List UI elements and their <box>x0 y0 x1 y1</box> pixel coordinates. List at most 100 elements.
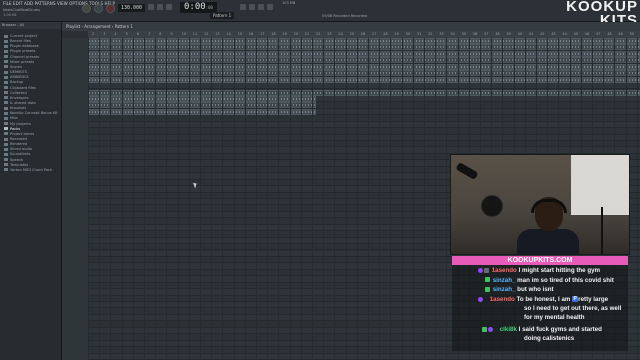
waveform <box>89 110 315 113</box>
track-headers[interactable] <box>62 38 88 360</box>
audio-clip[interactable] <box>88 38 640 44</box>
audio-clip[interactable] <box>88 50 640 57</box>
browser-item[interactable]: My projects <box>4 122 31 126</box>
chat-text: I said fuck gyms and started <box>518 326 602 333</box>
browser-item[interactable]: Current project <box>4 34 37 38</box>
browser-item[interactable]: Envelopes <box>4 96 28 100</box>
track-row[interactable] <box>88 83 640 90</box>
browser-item[interactable]: KookUp Concept Bonus Kit <box>4 111 58 115</box>
headphones <box>531 199 567 213</box>
browser-item[interactable]: Sliced audio <box>4 147 32 151</box>
browser-item[interactable]: Mixer presets <box>4 60 34 64</box>
ruler-tick: 48 <box>607 32 612 36</box>
hint-bar: 09/08 Recorded Recorded <box>322 14 368 18</box>
browser-item-label: Project bones <box>10 131 35 136</box>
ruler-tick: 16 <box>248 32 254 36</box>
playlist-icon[interactable] <box>240 4 246 10</box>
browser-item[interactable]: Clipboard files <box>4 86 36 90</box>
audio-clip[interactable] <box>88 70 640 77</box>
track-row[interactable] <box>88 115 640 122</box>
timeline-ruler[interactable]: 2 3 4 5 6 7 8 9 10 11 12 13 14 15 16 17 18 19 20 21 22 23 24 25… <box>88 31 640 38</box>
chat-text: To be honest, I am <box>516 296 571 303</box>
track-row[interactable] <box>88 353 640 360</box>
ruler-tick: 6 <box>136 32 140 36</box>
browser-item[interactable]: Backup <box>4 80 23 84</box>
ruler-tick: 18 <box>271 32 276 36</box>
folder-icon <box>4 39 8 43</box>
waveform <box>89 46 639 49</box>
stop-button[interactable] <box>94 3 103 13</box>
top-toolbar: FILE EDIT ADD PATTERNS VIEW OPTIONS TOOL… <box>0 0 640 28</box>
tool-icons <box>148 4 172 10</box>
browser-item-label: Clipboard files <box>10 85 36 90</box>
browser-item[interactable]: AMBIENCE <box>4 75 29 79</box>
audio-clip[interactable] <box>88 44 640 51</box>
audio-clip[interactable] <box>88 89 640 96</box>
record-button[interactable] <box>106 3 115 13</box>
browser-item-label: Collected <box>10 90 27 95</box>
folder-icon <box>4 106 8 110</box>
browser-item-label: AMBIENCE <box>10 75 29 80</box>
wait-icon[interactable] <box>157 4 163 10</box>
browser-item-label: IL shared data <box>10 100 36 105</box>
browser-item[interactable]: Collected <box>4 91 27 95</box>
browser-header[interactable]: Browser - All <box>0 22 61 29</box>
track-row[interactable] <box>88 147 640 154</box>
ruler-tick: 46 <box>584 32 590 36</box>
browser-item[interactable]: DEMIKITS <box>4 70 27 74</box>
browser-item[interactable]: Speech <box>4 158 23 162</box>
browser-item[interactable]: Impulses <box>4 106 26 110</box>
audio-clip[interactable] <box>88 63 640 70</box>
tempo-display[interactable]: 130.000 <box>118 4 146 12</box>
folder-icon <box>4 70 8 74</box>
track-row[interactable] <box>88 128 640 135</box>
browser-item[interactable]: Misc <box>4 116 18 120</box>
pattern-selector[interactable]: Pattern 1 <box>210 12 235 19</box>
countdown-icon[interactable] <box>166 4 172 10</box>
folder-icon <box>4 55 8 59</box>
browser-item[interactable]: Project bones <box>4 132 34 136</box>
audio-clip[interactable] <box>88 76 640 83</box>
browser-item-label: Packs <box>10 126 21 131</box>
track-row[interactable] <box>88 141 640 148</box>
browser-item[interactable]: Templates <box>4 163 28 167</box>
chat-username: 1asendo <box>491 267 517 274</box>
ruler-tick: 40 <box>517 32 523 36</box>
playlist-title[interactable]: Playlist - Arrangement › Pattern 1 <box>62 22 640 31</box>
browser-item[interactable]: Plugin database <box>4 44 39 48</box>
ruler-tick: 22 <box>316 32 321 36</box>
browser-item[interactable]: Recorded <box>4 137 27 141</box>
chat-text: but who isnt <box>517 286 554 293</box>
browser-item[interactable]: Packs <box>4 127 20 131</box>
ruler-tick: 7 <box>148 32 151 36</box>
ruler-tick: 30 <box>405 32 411 36</box>
grid-line <box>435 38 437 360</box>
browser-item[interactable]: Recent files <box>4 39 31 43</box>
ruler-tick: 17 <box>260 32 265 36</box>
browser-item[interactable]: IL shared data <box>4 101 36 105</box>
play-button[interactable] <box>82 3 91 13</box>
browser-item-label: Backup <box>10 80 24 85</box>
grid-line <box>412 38 414 360</box>
browser-item[interactable]: Plugin presets <box>4 49 35 53</box>
audio-clip[interactable] <box>88 57 640 64</box>
ruler-tick: 34 <box>450 32 455 36</box>
folder-icon <box>4 34 8 38</box>
browser-item[interactable]: Soundfonts <box>4 152 30 156</box>
browser-item-label: Rendered <box>10 142 28 147</box>
browser-item[interactable]: Vorton MIDI Chord Pack <box>4 168 52 172</box>
browser-item-label: Mixer presets <box>10 59 35 64</box>
track-row[interactable] <box>88 121 640 129</box>
piano-roll-icon[interactable] <box>249 4 255 10</box>
browser-item[interactable]: Scores <box>4 65 22 69</box>
metronome-icon[interactable] <box>148 4 154 10</box>
verified-badge-icon <box>482 326 487 332</box>
mixer-icon[interactable] <box>267 4 273 10</box>
ruler-tick: 37 <box>484 32 489 36</box>
track-row[interactable] <box>88 134 640 141</box>
browser-item[interactable]: Rendered <box>4 142 27 146</box>
view-icons <box>240 4 273 10</box>
browser-item-label: Sliced audio <box>10 147 32 152</box>
channel-rack-icon[interactable] <box>258 4 264 10</box>
browser-item[interactable]: Channel presets <box>4 55 39 59</box>
